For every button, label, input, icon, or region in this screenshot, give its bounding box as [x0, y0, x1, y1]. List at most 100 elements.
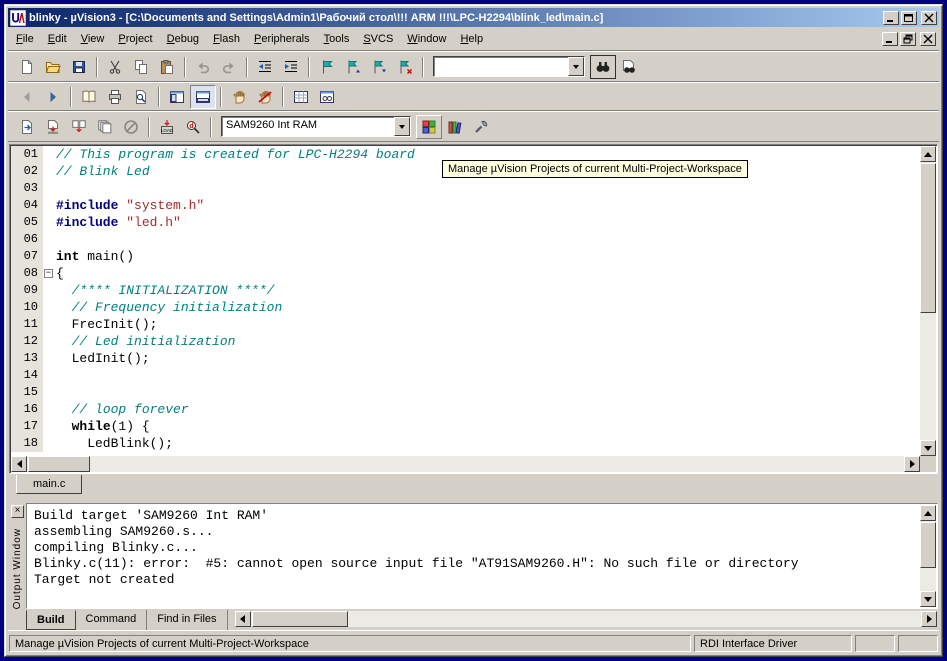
menu-project[interactable]: Project — [111, 30, 159, 48]
paste-button[interactable] — [154, 55, 180, 79]
scroll-left-button[interactable] — [11, 456, 27, 472]
stop-build-button[interactable] — [118, 115, 144, 139]
editor-line[interactable]: 12 // Led initialization — [11, 333, 920, 350]
source-browser-button[interactable] — [76, 85, 102, 109]
editor-line[interactable]: 03 — [11, 180, 920, 197]
menu-debug[interactable]: Debug — [160, 30, 206, 48]
output-scroll-right-button[interactable] — [921, 611, 937, 627]
editor-line[interactable]: 08−{ — [11, 265, 920, 282]
new-file-button[interactable] — [14, 55, 40, 79]
output-vscrollbar[interactable] — [920, 505, 936, 607]
manage-components-button[interactable] — [442, 115, 468, 139]
select-target-combo-dropdown-button[interactable] — [394, 117, 410, 136]
select-target-combo[interactable]: SAM9260 Int RAM — [221, 116, 411, 137]
document-minimize-button[interactable] — [882, 32, 898, 46]
next-bookmark-button[interactable] — [366, 55, 392, 79]
output-window-button[interactable] — [190, 85, 216, 109]
redo-button[interactable] — [216, 55, 242, 79]
editor-hscroll-thumb[interactable] — [28, 456, 90, 472]
watch-window-button[interactable] — [314, 85, 340, 109]
splitter[interactable] — [8, 496, 939, 503]
indent-button[interactable] — [278, 55, 304, 79]
project-window-button[interactable] — [164, 85, 190, 109]
disable-all-breakpoints-button[interactable] — [252, 85, 278, 109]
clear-all-bookmarks-button[interactable] — [392, 55, 418, 79]
print-button[interactable] — [102, 85, 128, 109]
output-tab-command[interactable]: Command — [76, 610, 148, 630]
menu-flash[interactable]: Flash — [206, 30, 247, 48]
menu-edit[interactable]: Edit — [41, 30, 74, 48]
editor-line[interactable]: 16 // loop forever — [11, 401, 920, 418]
output-tab-find-in-files[interactable]: Find in Files — [147, 610, 227, 630]
output-scroll-down-button[interactable] — [920, 591, 936, 607]
previous-bookmark-button[interactable] — [340, 55, 366, 79]
open-file-button[interactable] — [40, 55, 66, 79]
options-for-target-button[interactable] — [468, 115, 494, 139]
output-vscroll-thumb[interactable] — [920, 522, 936, 568]
editor-hscrollbar[interactable] — [11, 456, 920, 472]
menu-view[interactable]: View — [74, 30, 112, 48]
editor-line[interactable]: 05#include "led.h" — [11, 214, 920, 231]
editor-line[interactable]: 13 LedInit(); — [11, 350, 920, 367]
output-close-button[interactable]: × — [11, 505, 24, 518]
document-restore-button[interactable] — [900, 32, 916, 46]
editor-line[interactable]: 06 — [11, 231, 920, 248]
save-file-button[interactable] — [66, 55, 92, 79]
titlebar[interactable]: blinky - µVision3 - [C:\Documents and Se… — [8, 8, 939, 27]
insert-breakpoint-button[interactable] — [226, 85, 252, 109]
memory-window-button[interactable] — [288, 85, 314, 109]
menu-tools[interactable]: Tools — [317, 30, 357, 48]
undo-button[interactable] — [190, 55, 216, 79]
output-scroll-up-button[interactable] — [920, 505, 936, 521]
editor-line[interactable]: 10 // Frequency initialization — [11, 299, 920, 316]
scroll-right-button[interactable] — [904, 456, 920, 472]
window-close-button[interactable] — [921, 11, 937, 25]
start-debug-session-button[interactable]: d — [180, 115, 206, 139]
menu-help[interactable]: Help — [453, 30, 490, 48]
tab-main-c[interactable]: main.c — [16, 475, 82, 494]
output-tab-build[interactable]: Build — [26, 610, 76, 630]
batch-build-button[interactable] — [92, 115, 118, 139]
menu-file[interactable]: File — [9, 30, 41, 48]
menu-peripherals[interactable]: Peripherals — [247, 30, 317, 48]
find-button[interactable] — [616, 55, 642, 79]
editor-line[interactable]: 07int main() — [11, 248, 920, 265]
editor-line[interactable]: 17 while(1) { — [11, 418, 920, 435]
download-to-flash-button[interactable]: LOAD — [154, 115, 180, 139]
editor-lines[interactable]: 01// This program is created for LPC-H22… — [11, 146, 920, 456]
navigate-forward-button[interactable] — [40, 85, 66, 109]
editor-line[interactable]: 14 — [11, 367, 920, 384]
unindent-button[interactable] — [252, 55, 278, 79]
translate-file-button[interactable] — [14, 115, 40, 139]
copy-button[interactable] — [128, 55, 154, 79]
window-maximize-button[interactable] — [901, 11, 917, 25]
manage-multi-project-workspace-button[interactable] — [416, 115, 442, 139]
toggle-bookmark-button[interactable] — [314, 55, 340, 79]
scroll-up-button[interactable] — [920, 146, 936, 162]
editor-line[interactable]: 11 FrecInit(); — [11, 316, 920, 333]
document-close-button[interactable] — [920, 32, 936, 46]
menu-window[interactable]: Window — [400, 30, 453, 48]
window-minimize-button[interactable] — [883, 11, 899, 25]
editor-line[interactable]: 18 LedBlink(); — [11, 435, 920, 452]
editor-line[interactable]: 15 — [11, 384, 920, 401]
navigate-back-button[interactable] — [14, 85, 40, 109]
output-hscrollbar[interactable] — [235, 611, 937, 627]
editor-line[interactable]: 09 /**** INITIALIZATION ****/ — [11, 282, 920, 299]
cut-button[interactable] — [102, 55, 128, 79]
output-lines[interactable]: Build target 'SAM9260 Int RAM'assembling… — [28, 505, 920, 607]
fold-collapse-icon[interactable]: − — [44, 269, 53, 278]
menu-svcs[interactable]: SVCS — [356, 30, 400, 48]
print-preview-button[interactable] — [128, 85, 154, 109]
editor-vscrollbar[interactable] — [920, 146, 936, 456]
output-scroll-left-button[interactable] — [235, 611, 251, 627]
find-in-files-button[interactable] — [590, 55, 616, 79]
find-text-combo[interactable] — [433, 56, 585, 77]
scroll-down-button[interactable] — [920, 440, 936, 456]
rebuild-all-button[interactable] — [66, 115, 92, 139]
editor-line[interactable]: 04#include "system.h" — [11, 197, 920, 214]
output-hscroll-thumb[interactable] — [252, 611, 348, 627]
build-target-button[interactable] — [40, 115, 66, 139]
find-text-combo-dropdown-button[interactable] — [568, 57, 584, 76]
editor-vscroll-thumb[interactable] — [920, 163, 936, 313]
